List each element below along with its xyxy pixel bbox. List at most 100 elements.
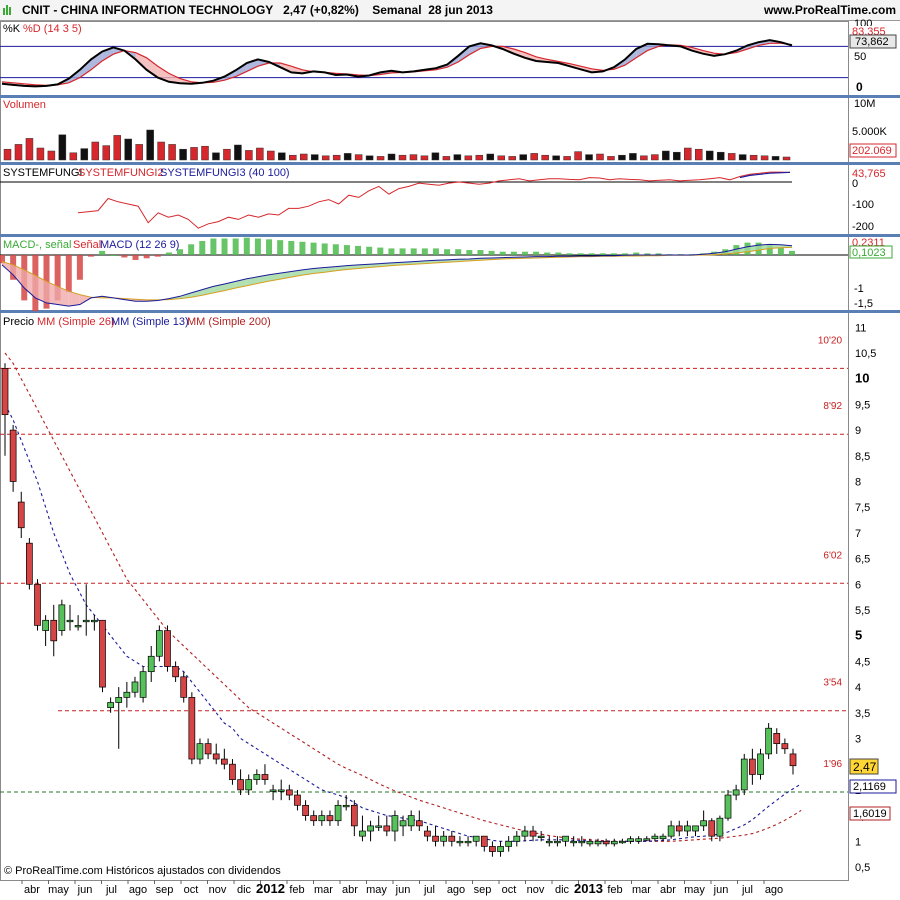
price-label-4: MM (Simple 200): [187, 316, 271, 328]
volume-bar: [256, 147, 264, 161]
x-axis-label: jun: [713, 884, 729, 896]
candle-body: [724, 794, 732, 819]
level-label: 10'20: [818, 335, 843, 346]
candle-body: [497, 846, 504, 852]
candle-body: [91, 619, 98, 623]
candle-body: [424, 830, 431, 837]
candle-body: [294, 794, 301, 806]
x-axis-label: oct: [502, 884, 517, 896]
stochastic-label-k: %K: [3, 23, 21, 35]
volume-bar: [25, 138, 34, 161]
macd-histogram-bar: [99, 250, 106, 255]
x-axis-label: jul: [741, 884, 753, 896]
price-scale-tick: 9: [855, 425, 861, 437]
volume-bar: [475, 154, 484, 161]
macd-histogram-bar: [266, 239, 273, 255]
candle-body: [627, 838, 634, 842]
volume-bar: [574, 151, 582, 161]
panel-separator: [0, 310, 900, 313]
macd-histogram-bar: [399, 248, 406, 255]
macd-histogram-bar: [199, 240, 206, 255]
price-scale-tick: 10: [855, 371, 869, 386]
candle-body: [610, 840, 618, 845]
x-axis-label: may: [684, 884, 705, 896]
macd-histogram-bar: [355, 245, 362, 255]
candle-body: [635, 838, 642, 842]
candle-body: [164, 630, 171, 667]
macd-histogram-bar: [432, 248, 439, 255]
macd-histogram-bar: [777, 247, 784, 255]
x-axis-label: nov: [209, 884, 227, 896]
volume-bar: [431, 152, 440, 161]
volume-bar: [234, 144, 242, 161]
candle-body: [74, 625, 82, 628]
candle-body: [578, 840, 586, 844]
macd-histogram-bar: [254, 238, 261, 255]
macd-scale-15: -1,5: [854, 298, 873, 310]
candle-body: [302, 804, 309, 816]
stochastic-label-d: %D (14 3 5): [23, 23, 82, 35]
macd-histogram-bar: [566, 253, 573, 255]
candle-body: [220, 758, 228, 765]
x-axis-label: mar: [314, 884, 333, 896]
candle-body: [245, 779, 253, 791]
macd-histogram-bar: [588, 253, 595, 255]
macd-label-1: MACD-, señal: [3, 239, 71, 251]
macd-histogram-bar: [110, 255, 117, 256]
systemfungi-label-2: SYSTEMFUNGI2: [78, 167, 164, 179]
panel-separator: [0, 162, 900, 165]
candle-body: [318, 815, 326, 822]
systemfungi-chart: SYSTEMFUNGISYSTEMFUNGI2SYSTEMFUNGI3 (40 …: [0, 167, 886, 233]
panel-frames: [0, 21, 900, 881]
price-scale-tick: 3: [855, 734, 861, 746]
level-label: 3'54: [823, 678, 842, 689]
volume-bar: [376, 156, 385, 161]
macd-histogram-bar: [388, 248, 395, 255]
volume-bar: [36, 147, 45, 161]
stochastic-k-line: [1, 39, 793, 88]
candle-body: [594, 840, 602, 845]
stochastic-k-value: 73,862: [855, 36, 889, 48]
candle-body: [773, 733, 781, 744]
volume-bar: [486, 153, 495, 161]
systemfungi2-line: [77, 171, 791, 229]
stochastic-panel-frame: [0, 21, 849, 96]
volume-bar: [684, 147, 692, 161]
stochastic-scale-0: 0: [856, 80, 863, 94]
candle-body: [757, 753, 764, 775]
volume-bar: [464, 155, 473, 161]
candle-body: [700, 820, 707, 827]
macd-scale-1: -1: [854, 283, 864, 295]
macd-histogram-bar: [121, 255, 128, 258]
candle-body: [513, 835, 521, 842]
candle-body: [115, 697, 123, 703]
price-chart: 10'20 8'92 6'02 3'54 1'96 Precio MM (Simple 26…: [0, 316, 897, 874]
candle-body: [667, 825, 675, 837]
candle-body: [716, 817, 724, 837]
candle-body: [180, 676, 188, 698]
x-axis-label: dic: [237, 884, 252, 896]
macd-histogram-bar: [165, 252, 172, 255]
volume-bar: [146, 129, 154, 161]
volume-bar: [245, 150, 253, 161]
footer-credit: © ProRealTime.com Históricos ajustados c…: [4, 865, 281, 877]
volume-bar: [300, 153, 308, 161]
macd-histogram-bar: [521, 251, 528, 255]
price-scale-tick: 6: [855, 579, 861, 591]
volume-bar: [607, 156, 615, 161]
macd-histogram-bar: [610, 253, 617, 255]
x-axis-label: 2013: [574, 881, 603, 896]
x-axis-label: abr: [24, 884, 40, 896]
candle-body: [619, 840, 626, 844]
candle-body: [521, 830, 529, 837]
macd-histogram-bar: [299, 241, 306, 255]
macd-line: [1, 243, 793, 307]
volume-bar: [738, 154, 747, 161]
volume-bar: [695, 148, 703, 161]
macd-histogram-bar: [143, 255, 150, 259]
volume-bar: [420, 155, 429, 161]
macd-histogram-bar: [76, 255, 83, 280]
candle-body: [237, 779, 244, 791]
macd-histogram-bar: [555, 252, 562, 255]
price-scale-tick: 3,5: [855, 708, 870, 720]
